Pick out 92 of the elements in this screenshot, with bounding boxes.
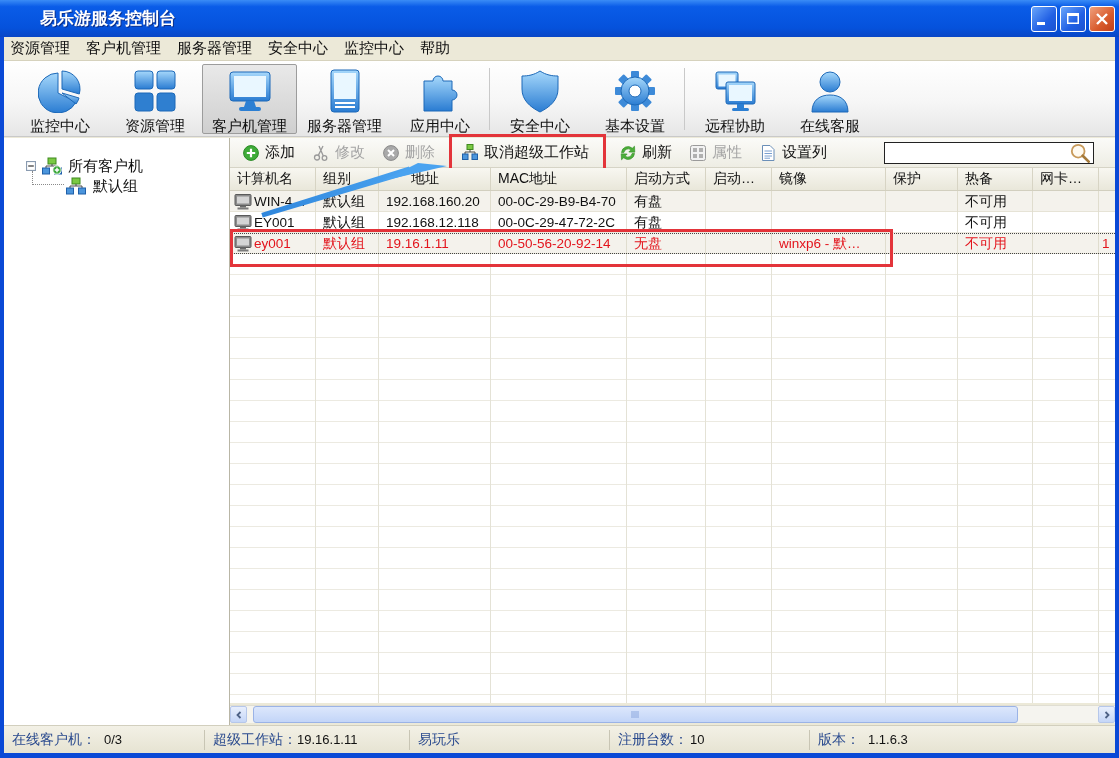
table-cell-text: 有盘 xyxy=(633,192,663,211)
status-label: 在线客户机： xyxy=(12,730,96,749)
chevron-left-icon xyxy=(234,710,243,719)
table-cell-text: winxp6 - 默… xyxy=(778,234,862,253)
search-field[interactable] xyxy=(884,141,1094,164)
table-cell-text: 19.16.1.11 xyxy=(385,235,450,253)
status-label: 注册台数： xyxy=(618,730,688,749)
table-cell-text: 00-50-56-20-92-14 xyxy=(497,235,612,253)
close-button[interactable] xyxy=(1089,5,1115,32)
computer-name: ey001 xyxy=(254,236,291,251)
menu-item[interactable]: 服务器管理 xyxy=(171,39,260,58)
maximize-button[interactable] xyxy=(1060,5,1086,32)
minimize-button[interactable] xyxy=(1031,5,1057,32)
table-cell-text: 默认组 xyxy=(322,213,366,232)
column-header[interactable]: 镜像 xyxy=(772,168,886,190)
scissors-icon xyxy=(313,144,329,161)
window-title: 易乐游服务控制台 xyxy=(40,8,177,30)
toolbar-button[interactable]: 安全中心 xyxy=(492,63,587,134)
plus-icon xyxy=(243,144,259,161)
monitor-icon xyxy=(227,68,272,113)
table-cell-text: 不可用 xyxy=(964,234,1008,253)
table-row[interactable]: ey001 默认组 19.16.1.11 00-50-56-20-92-14 无盘 winxp6 - 默… 不可用 1 xyxy=(230,233,1115,254)
column-header[interactable]: 网卡… xyxy=(1033,168,1099,190)
scroll-left-button[interactable] xyxy=(230,706,247,723)
network-icon xyxy=(462,144,478,160)
column-header[interactable]: 热备 xyxy=(958,168,1033,190)
toolbar-button[interactable]: 远程协助 xyxy=(687,63,782,134)
toolbar-button[interactable]: 设置列 xyxy=(756,142,831,163)
pie-chart-icon xyxy=(37,68,82,113)
properties-icon xyxy=(690,144,706,161)
status-value: 1.1.6.3 xyxy=(868,732,908,747)
status-value: 10 xyxy=(690,732,705,747)
toolbar-button[interactable]: 添加 xyxy=(239,142,299,163)
table-cell-text: 192.168.160.20 xyxy=(385,193,481,211)
menu-item[interactable]: 安全中心 xyxy=(262,39,336,58)
table-cell-text: 不可用 xyxy=(964,213,1008,232)
toolbar-button[interactable]: 服务器管理 xyxy=(297,63,392,134)
chevron-right-icon xyxy=(1102,710,1111,719)
table-cell-text: 不可用 xyxy=(964,192,1008,211)
column-header[interactable]: 计算机名 xyxy=(230,168,316,190)
column-header[interactable]: MAC地址 xyxy=(491,168,627,190)
toolbar-button[interactable]: 在线客服 xyxy=(782,63,877,134)
toolbar-button[interactable]: 基本设置 xyxy=(587,63,682,134)
two-monitors-icon xyxy=(712,68,757,113)
close-icon xyxy=(1096,12,1108,25)
table-cell-text: 00-0C-29-B9-B4-70 xyxy=(497,193,617,211)
table-cell-text: 1 xyxy=(1101,235,1111,253)
network-icon xyxy=(66,177,86,195)
network-icon xyxy=(42,157,62,175)
grip-icon xyxy=(631,711,640,718)
status-label: 版本： xyxy=(818,730,860,749)
menu-item[interactable]: 帮助 xyxy=(414,39,458,58)
status-label: 超级工作站： xyxy=(213,730,297,749)
tree-item[interactable]: 所有客户机 xyxy=(68,156,143,176)
column-header[interactable]: 启动方式 xyxy=(627,168,706,190)
grid-icon xyxy=(132,68,177,113)
toolbar-button[interactable]: 应用中心 xyxy=(392,63,487,134)
minimize-icon xyxy=(1037,22,1045,25)
toolbar-button[interactable]: 资源管理 xyxy=(107,63,202,134)
scroll-right-button[interactable] xyxy=(1098,706,1115,723)
table-cell-text: 192.168.12.118 xyxy=(385,214,480,232)
menu-item[interactable]: 客户机管理 xyxy=(80,39,169,58)
table-cell-text: 无盘 xyxy=(633,234,663,253)
toolbar-button[interactable]: 客户机管理 xyxy=(202,63,297,134)
column-header[interactable]: 保护 xyxy=(886,168,958,190)
table-cell-text: 默认组 xyxy=(322,234,366,253)
collapse-toggle[interactable] xyxy=(26,161,36,171)
computer-name: EY001 xyxy=(254,215,295,230)
tree-connector-line xyxy=(32,171,64,185)
computer-icon xyxy=(234,193,252,210)
table-cell-text: 00-0C-29-47-72-2C xyxy=(497,214,617,232)
toolbar-button[interactable]: 监控中心 xyxy=(12,63,107,134)
status-value: 0/3 xyxy=(104,732,123,747)
refresh-icon xyxy=(620,144,636,161)
tree-item[interactable]: 默认组 xyxy=(93,176,138,196)
gear-icon xyxy=(612,68,657,113)
menu-item[interactable]: 资源管理 xyxy=(4,39,78,58)
menu-item[interactable]: 监控中心 xyxy=(338,39,412,58)
maximize-icon xyxy=(1067,13,1079,24)
computer-icon xyxy=(234,214,252,231)
scroll-thumb[interactable] xyxy=(253,706,1018,723)
table-row[interactable]: EY001 默认组 192.168.12.118 00-0C-29-47-72-2C 有盘 不可用 xyxy=(230,212,1115,233)
delete-icon xyxy=(383,144,399,161)
computer-icon xyxy=(234,235,252,252)
toolbar-button[interactable]: 刷新 xyxy=(616,142,676,163)
table-cell-text: 有盘 xyxy=(633,213,663,232)
document-icon xyxy=(760,144,776,161)
column-header[interactable]: 启动… xyxy=(706,168,772,190)
toolbar-button[interactable]: 取消超级工作站 xyxy=(458,142,593,162)
status-value: 19.16.1.11 xyxy=(297,732,358,747)
status-label: 易玩乐 xyxy=(418,730,460,749)
search-icon xyxy=(1070,142,1090,163)
